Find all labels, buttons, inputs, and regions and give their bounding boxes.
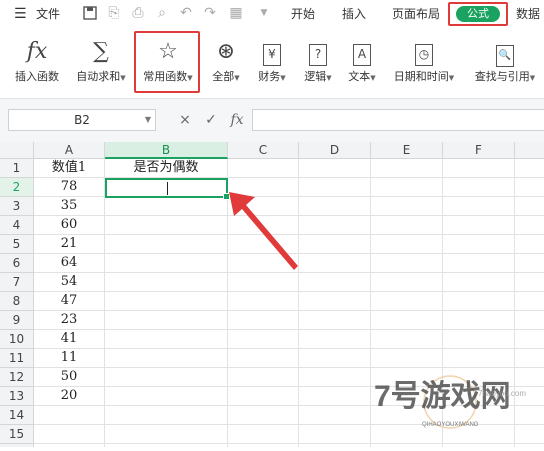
watermark-url: 7haoyou.com xyxy=(478,389,526,398)
watermark-sub: QIHAOYOUXIWANG xyxy=(422,422,479,428)
watermark-logo: 7号游戏网 QIHAOYOUXIWANG 7haoyou.com xyxy=(368,366,544,447)
